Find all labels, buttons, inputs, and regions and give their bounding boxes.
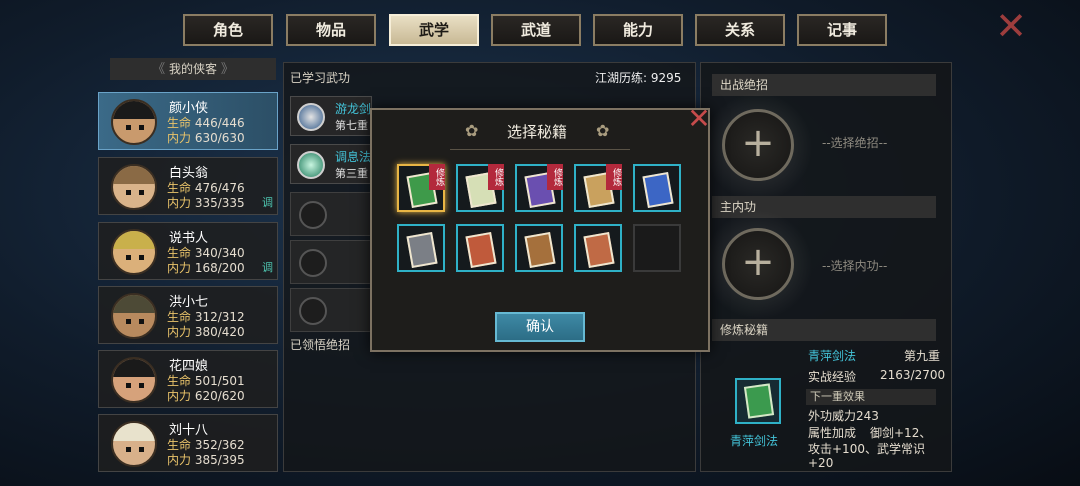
attr-bonus-label: 属性加成 (808, 426, 857, 440)
combat-exp-label: 实战经验 (808, 370, 857, 384)
hero-mp: 内力 380/420 (167, 325, 245, 339)
hero-item[interactable]: 花四娘 生命 501/501 内力 620/620 (98, 350, 278, 408)
chevron-left-icon: 《 (152, 62, 166, 77)
internal-skill-placeholder: --选择内功-- (822, 259, 888, 273)
manual-name: 青萍剑法 (808, 349, 857, 363)
avatar (111, 99, 157, 145)
empty-skill-slot[interactable] (290, 240, 372, 284)
breathing-skill-icon (297, 151, 325, 179)
skill-name: 游龙剑 (335, 102, 372, 116)
hero-mp: 内力 620/620 (167, 389, 245, 403)
manual-slot[interactable]: 修炼 (397, 164, 445, 212)
learned-moves-title: 已领悟绝招 (290, 338, 351, 352)
chevron-right-icon: 》 (220, 62, 234, 77)
training-badge: 修炼 (429, 164, 445, 190)
dialog-title: 选择秘籍 (507, 123, 568, 141)
add-battle-move-button[interactable]: + (722, 109, 794, 181)
manual-slot[interactable]: 修炼 (515, 164, 563, 212)
tab-journal[interactable]: 记事 (797, 14, 887, 46)
training-badge: 修炼 (488, 164, 504, 190)
hero-item[interactable]: 说书人 生命 340/340 内力 168/200 调 (98, 222, 278, 280)
flower-ornament-icon: ✿ (596, 121, 610, 140)
empty-skill-slot[interactable] (290, 192, 372, 236)
learned-skills-title: 已学习武功 (290, 71, 351, 85)
tab-items[interactable]: 物品 (286, 14, 376, 46)
hero-mp: 内力 385/395 (167, 453, 245, 467)
hero-list-header: 《 我的侠客 》 (110, 58, 276, 80)
skill-item[interactable]: 游龙剑 第七重 (290, 96, 372, 136)
training-badge: 修炼 (606, 164, 622, 190)
book-icon (406, 231, 438, 269)
manual-level: 第九重 (904, 349, 941, 363)
attr-bonus-3: +20 (808, 456, 834, 470)
next-effect-header: 下一重效果 (806, 389, 936, 405)
hero-mp: 内力 335/335 (167, 196, 245, 210)
manual-slot[interactable] (574, 224, 622, 272)
avatar (111, 357, 157, 403)
hero-mp: 内力 630/630 (167, 131, 245, 145)
outer-power: 外功威力243 (808, 409, 879, 423)
empty-manual-slot (633, 224, 681, 272)
book-icon (524, 231, 556, 269)
hero-tag: 调 (262, 196, 273, 209)
divider (450, 149, 630, 150)
skill-stage: 第三重 (335, 167, 368, 180)
manual-slot[interactable] (456, 224, 504, 272)
tab-character[interactable]: 角色 (183, 14, 273, 46)
flower-ornament-icon: ✿ (465, 121, 479, 140)
jianghu-exp: 江湖历练: 9295 (595, 71, 682, 85)
hero-item[interactable]: 刘十八 生命 352/362 内力 385/395 (98, 414, 278, 472)
training-manual-slot[interactable] (735, 378, 781, 424)
book-icon (743, 383, 775, 419)
hero-tag: 调 (262, 261, 273, 274)
hero-item[interactable]: 颜小侠 生命 446/446 内力 630/630 (98, 92, 278, 150)
battle-move-placeholder: --选择绝招-- (822, 136, 888, 150)
manual-slot[interactable]: 修炼 (574, 164, 622, 212)
manual-slot[interactable] (397, 224, 445, 272)
avatar (111, 293, 157, 339)
tab-relations[interactable]: 关系 (695, 14, 785, 46)
tab-abilities[interactable]: 能力 (593, 14, 683, 46)
tab-martial-arts[interactable]: 武学 (389, 14, 479, 46)
attr-bonus-1: 御剑+12、 (870, 426, 932, 440)
book-icon (642, 171, 674, 209)
combat-exp-value: 2163/2700 (880, 368, 946, 382)
manual-slot[interactable] (633, 164, 681, 212)
book-icon (465, 231, 497, 269)
hero-item[interactable]: 白头翁 生命 476/476 内力 335/335 调 (98, 157, 278, 215)
empty-skill-slot[interactable] (290, 288, 372, 332)
avatar (111, 421, 157, 467)
tab-martial-way[interactable]: 武道 (491, 14, 581, 46)
avatar (111, 229, 157, 275)
confirm-button[interactable]: 确认 (495, 312, 585, 342)
sword-skill-icon (297, 103, 325, 131)
add-internal-skill-button[interactable]: + (722, 228, 794, 300)
manual-slot[interactable] (515, 224, 563, 272)
close-icon[interactable]: ✕ (992, 7, 1030, 45)
close-icon[interactable]: ✕ (684, 104, 714, 134)
attr-bonus-2: 攻击+100、武学常识 (808, 442, 925, 456)
training-badge: 修炼 (547, 164, 563, 190)
book-icon (583, 231, 615, 269)
skill-stage: 第七重 (335, 119, 368, 132)
manual-name-caption: 青萍剑法 (730, 434, 779, 448)
hero-list-title: 我的侠客 (168, 62, 217, 76)
avatar (111, 164, 157, 210)
skill-name: 调息法 (335, 150, 372, 164)
training-manual-title: 修炼秘籍 (712, 319, 936, 341)
manual-slot[interactable]: 修炼 (456, 164, 504, 212)
hero-item[interactable]: 洪小七 生命 312/312 内力 380/420 (98, 286, 278, 344)
skill-item[interactable]: 调息法 第三重 (290, 144, 372, 184)
hero-mp: 内力 168/200 (167, 261, 245, 275)
